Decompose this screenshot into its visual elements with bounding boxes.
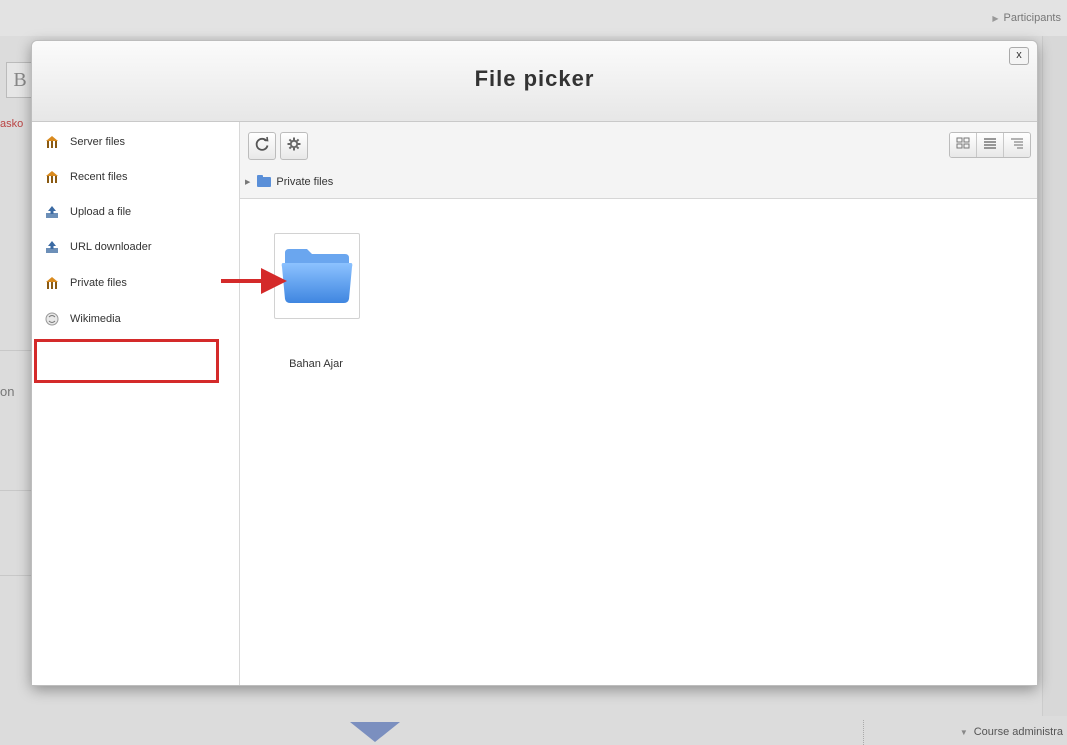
triangle-right-icon: ▶ bbox=[245, 179, 251, 186]
refresh-button[interactable] bbox=[248, 132, 276, 160]
dialog-title: File picker bbox=[474, 66, 595, 91]
sidebar-item-label: Server files bbox=[70, 136, 126, 148]
folder-icon bbox=[257, 175, 272, 187]
sidebar-item-label: Upload a file bbox=[70, 206, 132, 218]
view-switcher bbox=[949, 132, 1031, 158]
dialog-header: File picker x bbox=[32, 41, 1037, 122]
course-administration-label: Course administra bbox=[973, 726, 1063, 738]
editor-bold-button[interactable]: B bbox=[6, 62, 34, 98]
refresh-icon bbox=[254, 136, 270, 156]
breadcrumb-item-private-files[interactable]: Private files bbox=[276, 176, 333, 188]
sidebar-item-wikimedia[interactable]: Wikimedia bbox=[44, 307, 121, 331]
wikimedia-icon bbox=[44, 311, 60, 327]
file-browser: ▶ Private files Bahan Ajar bbox=[240, 122, 1037, 685]
sidebar-item-label: URL downloader bbox=[70, 241, 152, 253]
icons-view-icon bbox=[956, 136, 970, 154]
tree-view-button[interactable] bbox=[1003, 133, 1030, 157]
course-administration-link[interactable]: ▼ Course administra bbox=[960, 726, 1063, 738]
list-view-button[interactable] bbox=[976, 133, 1003, 157]
background-divider bbox=[0, 350, 34, 351]
breadcrumb: ▶ Private files bbox=[245, 175, 333, 188]
highlight-box bbox=[34, 339, 219, 383]
sidebar-item-private-files[interactable]: Private files bbox=[44, 271, 127, 295]
gear-icon bbox=[286, 136, 302, 156]
background-text-fragment: on bbox=[0, 384, 15, 399]
triangle-down-icon: ▼ bbox=[959, 728, 968, 737]
background-divider bbox=[863, 720, 865, 745]
settings-button[interactable] bbox=[280, 132, 308, 160]
tree-view-icon bbox=[1010, 136, 1024, 154]
triangle-right-icon: ▶ bbox=[992, 14, 999, 23]
sidebar-item-label: Recent files bbox=[70, 171, 128, 183]
background-dropdown-triangle-icon bbox=[350, 722, 400, 742]
close-button[interactable]: x bbox=[1009, 47, 1029, 65]
repository-sidebar: Server files Recent files Upload a file … bbox=[32, 122, 240, 685]
background-right-panel bbox=[1042, 36, 1067, 716]
icons-view-button[interactable] bbox=[950, 133, 976, 157]
background-divider bbox=[0, 575, 34, 576]
sidebar-item-label: Private files bbox=[70, 277, 127, 289]
sidebar-item-url-downloader[interactable]: URL downloader bbox=[44, 235, 152, 259]
sidebar-item-server-files[interactable]: Server files bbox=[44, 130, 125, 154]
file-toolbar: ▶ Private files bbox=[240, 122, 1037, 199]
red-arrow-annotation bbox=[221, 268, 287, 294]
file-picker-dialog: File picker x Server files Recent files … bbox=[31, 40, 1038, 686]
folder-name[interactable]: Bahan Ajar bbox=[260, 358, 372, 370]
background-topbar bbox=[0, 0, 1067, 36]
participants-label: Participants bbox=[1003, 12, 1061, 24]
url-download-icon bbox=[44, 239, 60, 255]
sidebar-item-upload-file[interactable]: Upload a file bbox=[44, 200, 131, 224]
background-divider bbox=[0, 490, 34, 491]
sidebar-item-recent-files[interactable]: Recent files bbox=[44, 165, 127, 189]
background-text-fragment: asko bbox=[0, 118, 24, 130]
participants-link[interactable]: ▶ Participants bbox=[992, 12, 1061, 24]
repository-icon bbox=[44, 275, 60, 291]
repository-icon bbox=[44, 169, 60, 185]
upload-icon bbox=[44, 204, 60, 220]
list-view-icon bbox=[983, 136, 997, 154]
folder-icon bbox=[281, 243, 353, 310]
sidebar-item-label: Wikimedia bbox=[70, 313, 121, 325]
repository-icon bbox=[44, 134, 60, 150]
